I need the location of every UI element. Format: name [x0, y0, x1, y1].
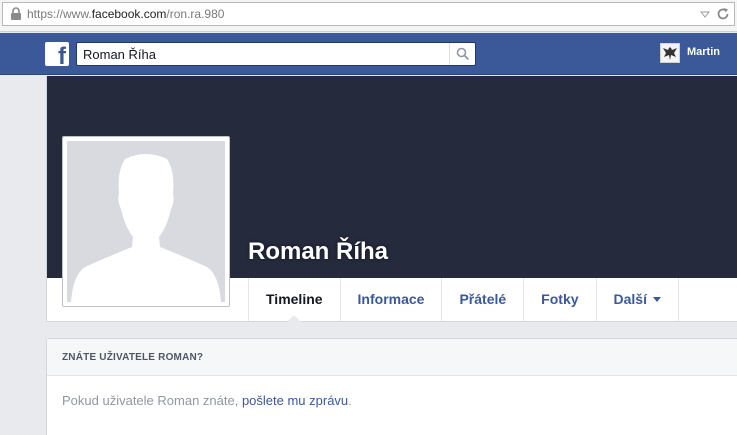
eagle-emblem-icon — [663, 47, 677, 60]
tab-label: Timeline — [266, 291, 323, 307]
tab-timeline[interactable]: Timeline — [249, 278, 341, 322]
url-text[interactable]: https://www.facebook.com/ron.ra.980 — [27, 7, 224, 21]
facebook-logo[interactable]: f — [45, 42, 69, 66]
url-domain: facebook.com — [91, 7, 167, 21]
know-user-box: ZNÁTE UŽIVATELE ROMAN? Pokud uživatele R… — [46, 338, 737, 435]
search-button[interactable] — [449, 43, 475, 65]
facebook-header: f Martin — [0, 33, 737, 75]
profile-header: Roman Říha Timeline Informace Přátelé Fo… — [46, 76, 737, 322]
tab-label: Další — [613, 291, 647, 307]
lock-icon — [11, 7, 21, 20]
user-name-link[interactable]: Martin — [687, 46, 720, 58]
tab-label: Fotky — [541, 291, 579, 307]
search-input[interactable] — [83, 46, 443, 62]
user-avatar[interactable] — [660, 43, 680, 63]
browser-toolbar: https://www.facebook.com/ron.ra.980 — [0, 0, 737, 32]
chevron-down-icon[interactable] — [700, 9, 710, 19]
search-icon — [456, 47, 470, 61]
tab-label: Přátelé — [459, 291, 507, 307]
tab-label: Informace — [357, 291, 425, 307]
know-user-heading: ZNÁTE UŽIVATELE ROMAN? — [47, 339, 737, 376]
send-message-link[interactable]: pošlete mu zprávu — [242, 393, 348, 408]
tab-pratele[interactable]: Přátelé — [442, 278, 525, 321]
tab-informace[interactable]: Informace — [341, 278, 443, 321]
profile-picture[interactable] — [62, 136, 230, 307]
reload-icon[interactable] — [716, 7, 730, 21]
facebook-logo-letter: f — [58, 43, 66, 67]
search-box — [76, 42, 476, 66]
default-avatar-silhouette-icon — [71, 154, 221, 302]
chevron-down-icon — [652, 296, 661, 302]
profile-name[interactable]: Roman Říha — [248, 238, 388, 266]
profile-tabs: Timeline Informace Přátelé Fotky Další — [248, 278, 679, 322]
tab-fotky[interactable]: Fotky — [524, 278, 597, 321]
know-user-text: Pokud uživatele Roman znáte, pošlete mu … — [62, 393, 352, 408]
address-bar[interactable]: https://www.facebook.com/ron.ra.980 — [2, 2, 735, 26]
tab-dalsi[interactable]: Další — [597, 278, 679, 321]
